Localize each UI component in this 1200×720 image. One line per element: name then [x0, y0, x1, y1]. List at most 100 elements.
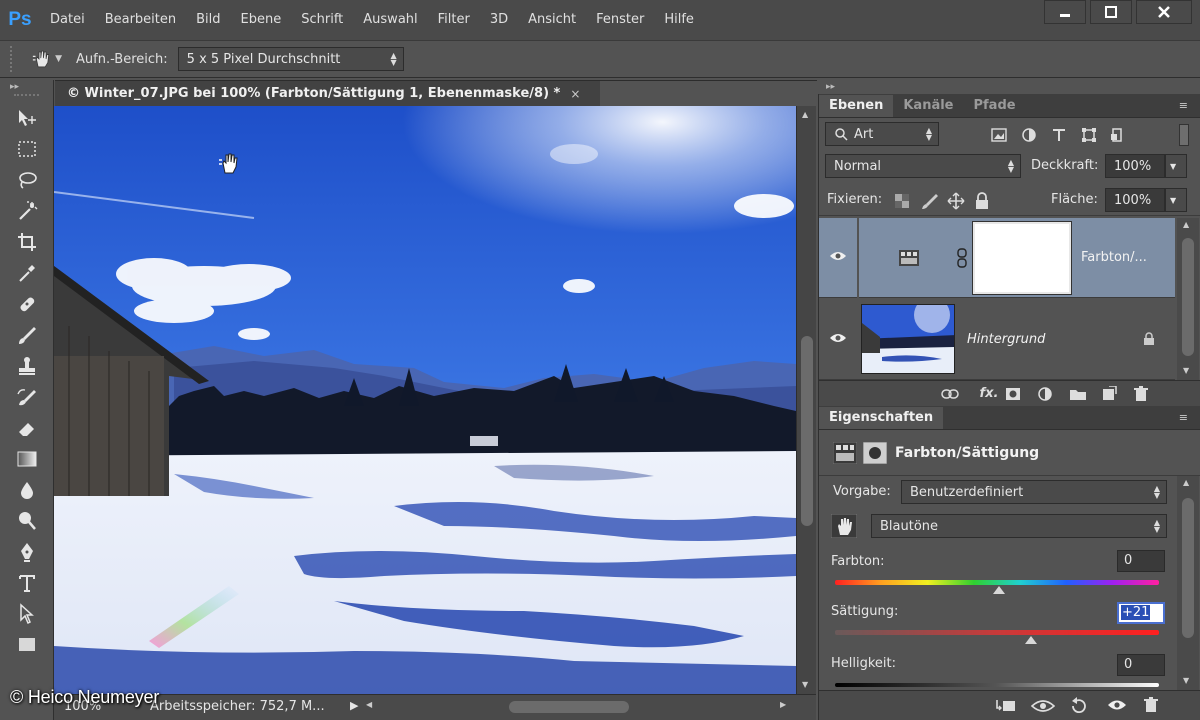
- image-canvas[interactable]: [54, 106, 796, 694]
- brush-tool[interactable]: [0, 319, 54, 350]
- layer-thumbnail[interactable]: [861, 304, 955, 374]
- panel-menu-icon[interactable]: ≡: [1179, 411, 1188, 424]
- new-layer-icon[interactable]: [1101, 385, 1133, 402]
- filter-toggle[interactable]: [1179, 124, 1189, 146]
- tab-pfade[interactable]: Pfade: [964, 95, 1026, 117]
- crop-tool[interactable]: [0, 226, 54, 257]
- menu-ansicht[interactable]: Ansicht: [518, 0, 586, 40]
- magic-wand-tool[interactable]: [0, 195, 54, 226]
- hue-input[interactable]: 0: [1117, 550, 1165, 572]
- options-grip[interactable]: [10, 46, 16, 72]
- tool-preset-picker[interactable]: ▼: [32, 45, 62, 73]
- shape-filter-icon[interactable]: [1081, 127, 1097, 143]
- canvas-horizontal-scrollbar[interactable]: ◀ ▶: [364, 698, 794, 716]
- shape-tool[interactable]: [0, 629, 54, 660]
- scroll-up-icon[interactable]: ▲: [802, 110, 808, 119]
- eyedropper-tool[interactable]: [0, 257, 54, 288]
- toolbar-grip[interactable]: [14, 94, 39, 102]
- menu-datei[interactable]: Datei: [40, 0, 95, 40]
- document-tab[interactable]: © Winter_07.JPG bei 100% (Farbton/Sättig…: [55, 80, 600, 106]
- move-tool[interactable]: [0, 102, 54, 133]
- layers-scroll-thumb[interactable]: [1182, 238, 1194, 356]
- scroll-up-icon[interactable]: ▲: [1183, 220, 1189, 229]
- lock-pixels-brush-icon[interactable]: [921, 192, 939, 210]
- lightness-slider[interactable]: [835, 683, 1159, 687]
- new-group-folder-icon[interactable]: [1069, 387, 1101, 401]
- eraser-tool[interactable]: [0, 412, 54, 443]
- saturation-slider[interactable]: [835, 630, 1159, 635]
- lock-transparency-icon[interactable]: [895, 194, 909, 208]
- saturation-input[interactable]: +21: [1117, 602, 1165, 624]
- lock-position-icon[interactable]: [947, 192, 965, 210]
- menu-auswahl[interactable]: Auswahl: [353, 0, 427, 40]
- layers-scrollbar[interactable]: ▲ ▼: [1177, 218, 1199, 380]
- smart-object-filter-icon[interactable]: [1109, 127, 1125, 143]
- dodge-tool[interactable]: [0, 505, 54, 536]
- saturation-slider-knob[interactable]: [1025, 636, 1037, 644]
- blend-mode-select[interactable]: Normal ▲ ▼: [825, 154, 1021, 178]
- layer-mask-thumbnail[interactable]: [972, 221, 1072, 295]
- gradient-tool[interactable]: [0, 443, 54, 474]
- view-previous-state-icon[interactable]: [1031, 698, 1055, 714]
- channel-select[interactable]: Blautöne ▲ ▼: [871, 514, 1167, 538]
- play-icon[interactable]: ▶: [350, 699, 358, 712]
- menu-bearbeiten[interactable]: Bearbeiten: [95, 0, 186, 40]
- hue-slider[interactable]: [835, 580, 1159, 585]
- opacity-dropdown[interactable]: ▼: [1165, 154, 1187, 178]
- menu-3d[interactable]: 3D: [480, 0, 518, 40]
- minimize-button[interactable]: [1044, 0, 1086, 24]
- adjustment-filter-icon[interactable]: [1021, 127, 1037, 143]
- layer-row-hue-saturation[interactable]: Farbton/...: [819, 218, 1175, 298]
- menu-filter[interactable]: Filter: [428, 0, 480, 40]
- close-window-button[interactable]: [1136, 0, 1192, 24]
- hue-saturation-adjustment-icon[interactable]: [833, 442, 857, 464]
- collapse-panels-icon[interactable]: ▸▸: [818, 80, 1200, 94]
- lock-all-icon[interactable]: [975, 192, 989, 210]
- path-selection-tool[interactable]: [0, 598, 54, 629]
- marquee-tool[interactable]: [0, 133, 54, 164]
- trash-icon[interactable]: [1133, 385, 1165, 402]
- chain-link-icon[interactable]: [957, 248, 967, 268]
- lightness-input[interactable]: 0: [1117, 654, 1165, 676]
- menu-bild[interactable]: Bild: [186, 0, 230, 40]
- trash-icon[interactable]: [1143, 697, 1159, 713]
- mask-icon[interactable]: [863, 442, 887, 464]
- properties-scroll-thumb[interactable]: [1182, 498, 1194, 638]
- opacity-input[interactable]: 100%: [1105, 154, 1165, 178]
- toggle-visibility-eye-icon[interactable]: [1107, 698, 1127, 712]
- horizontal-scroll-thumb[interactable]: [509, 701, 629, 713]
- hue-slider-knob[interactable]: [993, 586, 1005, 594]
- properties-scrollbar[interactable]: ▲ ▼: [1177, 476, 1199, 690]
- scroll-down-icon[interactable]: ▼: [1183, 366, 1189, 375]
- reset-icon[interactable]: [1069, 697, 1087, 715]
- scroll-left-icon[interactable]: ◀: [366, 700, 372, 709]
- sample-size-select[interactable]: 5 x 5 Pixel Durchschnitt ▲ ▼: [177, 47, 404, 71]
- preset-select[interactable]: Benutzerdefiniert ▲ ▼: [901, 480, 1167, 504]
- visibility-eye-icon[interactable]: [829, 250, 847, 262]
- layer-name[interactable]: Hintergrund: [967, 332, 1045, 347]
- targeted-adjustment-hand-icon[interactable]: [831, 514, 857, 538]
- panel-menu-icon[interactable]: ≡: [1179, 99, 1188, 112]
- scroll-up-icon[interactable]: ▲: [1183, 478, 1189, 487]
- layer-filter-select[interactable]: Art ▲ ▼: [825, 122, 939, 146]
- scroll-right-icon[interactable]: ▶: [780, 700, 786, 709]
- menu-schrift[interactable]: Schrift: [291, 0, 353, 40]
- collapse-toolbar-icon[interactable]: ▸▸: [0, 80, 53, 94]
- type-tool[interactable]: [0, 567, 54, 598]
- tab-ebenen[interactable]: Ebenen: [819, 95, 894, 117]
- stamp-tool[interactable]: [0, 350, 54, 381]
- clip-to-layer-icon[interactable]: [995, 698, 1019, 714]
- type-filter-icon[interactable]: [1051, 127, 1067, 143]
- scroll-down-icon[interactable]: ▼: [1183, 676, 1189, 685]
- layer-row-background[interactable]: Hintergrund: [819, 298, 1175, 380]
- pen-tool[interactable]: [0, 536, 54, 567]
- layer-name[interactable]: Farbton/...: [1081, 250, 1147, 265]
- canvas-vertical-scrollbar[interactable]: ▲ ▼: [796, 106, 816, 694]
- blur-tool[interactable]: [0, 474, 54, 505]
- menu-hilfe[interactable]: Hilfe: [654, 0, 704, 40]
- menu-ebene[interactable]: Ebene: [231, 0, 292, 40]
- vertical-scroll-thumb[interactable]: [801, 336, 813, 526]
- healing-brush-tool[interactable]: [0, 288, 54, 319]
- link-layers-icon[interactable]: [941, 388, 973, 400]
- fill-input[interactable]: 100%: [1105, 188, 1165, 212]
